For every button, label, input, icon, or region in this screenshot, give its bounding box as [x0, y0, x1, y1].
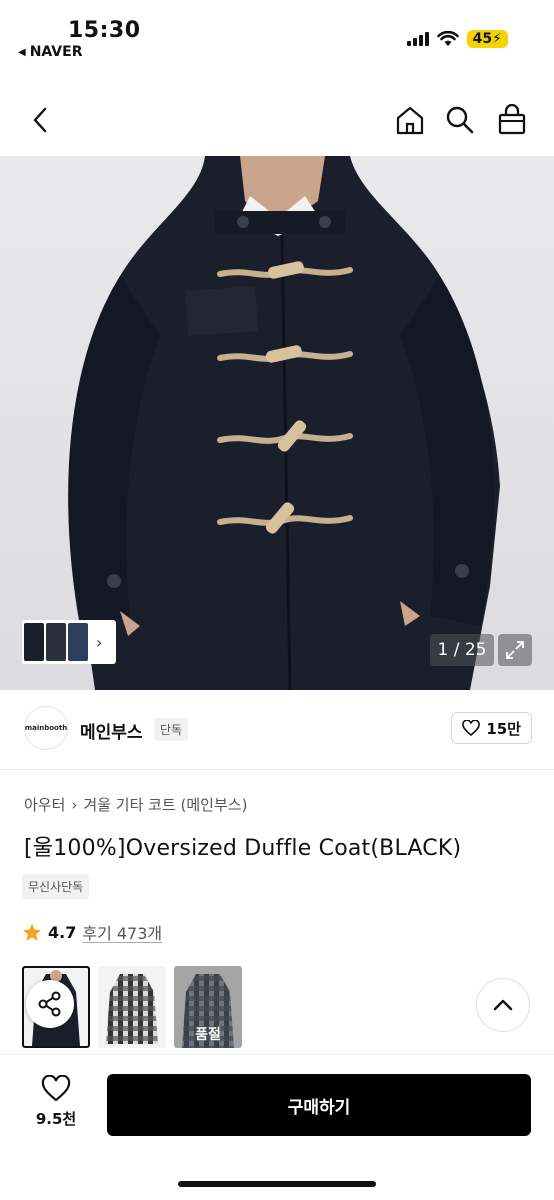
chevron-left-icon [33, 107, 47, 133]
scroll-to-top-button[interactable] [476, 978, 530, 1032]
variant-navy-check-soldout[interactable]: 품절 [174, 966, 242, 1048]
rating-summary: 4.7 후기 473개 [22, 920, 162, 944]
home-icon [396, 106, 424, 135]
share-button[interactable] [26, 980, 74, 1028]
product-image-gallery[interactable]: › 1 / 25 [0, 156, 554, 690]
wishlist-count: 9.5천 [35, 1110, 77, 1128]
expand-icon [506, 641, 524, 659]
home-button[interactable] [392, 102, 428, 138]
rating-score: 4.7 [48, 922, 77, 942]
duffle-coat-photo [68, 156, 500, 690]
cart-button[interactable] [494, 102, 530, 138]
variant-check[interactable] [98, 966, 166, 1048]
app-bar [0, 84, 554, 156]
back-to-app-link[interactable]: ◀ NAVER [18, 44, 82, 60]
back-app-label: NAVER [29, 44, 83, 60]
wishlist-button[interactable]: 9.5천 [26, 1075, 86, 1129]
back-button[interactable] [22, 102, 58, 138]
gallery-thumb[interactable] [46, 623, 66, 661]
wifi-icon [436, 31, 459, 46]
gallery-thumb[interactable] [24, 623, 44, 661]
reviews-link[interactable]: 후기 473개 [82, 920, 162, 944]
gallery-thumb[interactable] [68, 623, 88, 661]
product-title: [울100%]Oversized Duffle Coat(BLACK) [24, 836, 462, 861]
gallery-thumbnail-strip[interactable]: › [22, 620, 116, 664]
cellular-signal-icon [406, 32, 429, 46]
brand-like-button[interactable]: 15만 [451, 712, 532, 744]
shopping-bag-icon [498, 104, 526, 135]
search-icon [446, 106, 474, 134]
breadcrumb: 아우터 › 겨울 기타 코트 (메인부스) [24, 794, 247, 815]
star-icon [23, 923, 41, 941]
brand-name[interactable]: 메인부스 [80, 718, 143, 743]
chevron-right-icon: › [96, 632, 103, 652]
battery-level: 45 [472, 31, 493, 47]
battery-indicator: 45⚡ [466, 30, 508, 48]
exclusive-badge: 무신사단독 [22, 874, 90, 899]
heart-icon [462, 720, 481, 736]
back-triangle-icon: ◀ [18, 46, 26, 58]
status-time: 15:30 [68, 18, 141, 43]
bottom-action-bar: 9.5천 구매하기 [0, 1054, 554, 1200]
system-icons: 45⚡ [406, 30, 508, 48]
breadcrumb-separator-icon: › [71, 795, 78, 814]
breadcrumb-item[interactable]: 아우터 [24, 794, 65, 815]
status-bar: 15:30 ◀ NAVER 45⚡ [0, 0, 554, 70]
brand-logo[interactable]: mainbooth [24, 706, 68, 750]
brand-exclusive-tag: 단독 [154, 718, 189, 741]
buy-button[interactable]: 구매하기 [107, 1074, 531, 1136]
charging-bolt-icon: ⚡ [492, 31, 502, 47]
chevron-up-icon [493, 999, 513, 1011]
fullscreen-button[interactable] [498, 634, 532, 666]
search-button[interactable] [442, 102, 478, 138]
brand-row: mainbooth 메인부스 단독 15만 [0, 690, 554, 770]
share-icon [38, 991, 61, 1017]
breadcrumb-item[interactable]: 겨울 기타 코트 (메인부스) [83, 794, 247, 815]
heart-icon [41, 1075, 71, 1102]
image-counter: 1 / 25 [430, 634, 494, 666]
soldout-label: 품절 [195, 1027, 221, 1043]
home-indicator [178, 1181, 376, 1187]
variant-check-image [106, 974, 158, 1044]
brand-like-count: 15만 [486, 719, 521, 738]
